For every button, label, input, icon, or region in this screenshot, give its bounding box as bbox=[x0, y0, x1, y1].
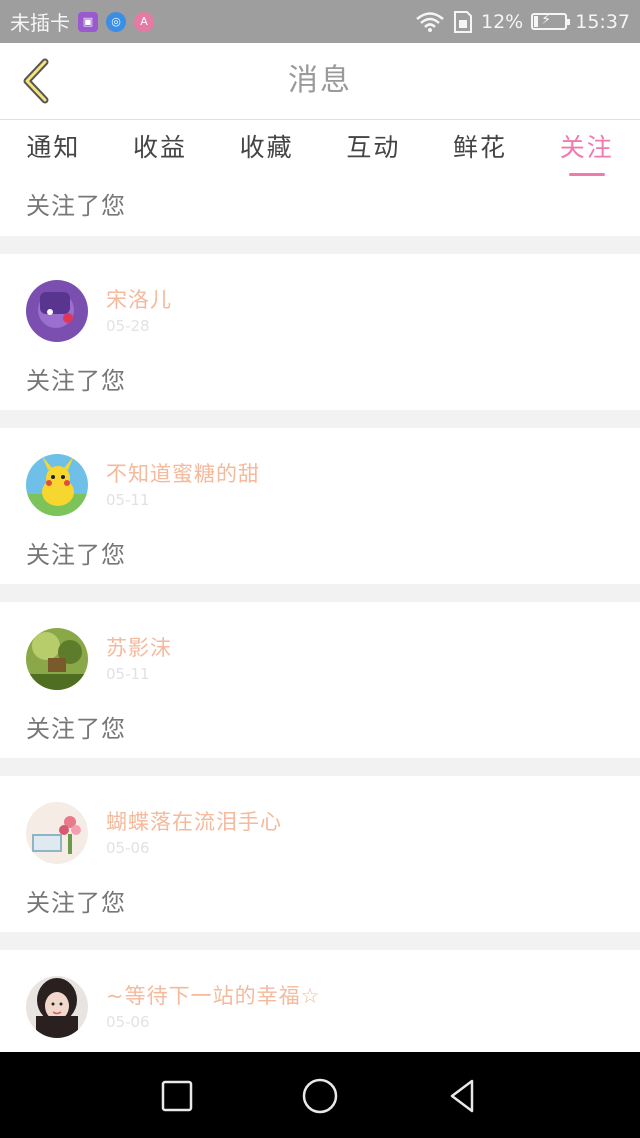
follow-date: 05-06 bbox=[106, 839, 150, 857]
nav-back-button[interactable] bbox=[440, 1074, 484, 1118]
tab-favorites[interactable]: 收藏 bbox=[213, 120, 320, 180]
battery-icon: ⚡ bbox=[531, 12, 571, 30]
clock: 15:37 bbox=[575, 10, 630, 33]
store-notification-icon: A bbox=[134, 11, 154, 32]
tab-interactions[interactable]: 互动 bbox=[320, 120, 427, 180]
avatar[interactable] bbox=[26, 280, 88, 342]
app-header: 消息 bbox=[0, 43, 640, 120]
list-item[interactable]: 关注了您 bbox=[0, 180, 640, 236]
follow-date: 05-28 bbox=[106, 317, 150, 335]
tab-notifications[interactable]: 通知 bbox=[0, 120, 107, 180]
tab-earnings[interactable]: 收益 bbox=[107, 120, 214, 180]
username[interactable]: 蝴蝶落在流泪手心 bbox=[106, 806, 282, 836]
tab-flowers[interactable]: 鲜花 bbox=[427, 120, 534, 180]
username[interactable]: 苏影沫 bbox=[106, 632, 172, 662]
avatar[interactable] bbox=[26, 976, 88, 1038]
list-item[interactable]: 宋洛儿 05-28 关注了您 bbox=[0, 254, 640, 410]
home-circle-icon bbox=[302, 1078, 338, 1114]
follow-action-text: 关注了您 bbox=[26, 192, 126, 220]
back-triangle-icon bbox=[450, 1079, 474, 1113]
follow-date: 05-11 bbox=[106, 665, 150, 683]
follow-list: 关注了您 宋洛儿 05-28 关注了您 不知道蜜糖的甜 05-11 关注了您 苏… bbox=[0, 180, 640, 1106]
battery-percent: 12% bbox=[481, 10, 524, 33]
list-item[interactable]: 苏影沫 05-11 关注了您 bbox=[0, 602, 640, 758]
recents-square-icon bbox=[161, 1080, 193, 1112]
system-nav-bar bbox=[0, 1052, 640, 1138]
avatar[interactable] bbox=[26, 454, 88, 516]
username[interactable]: 不知道蜜糖的甜 bbox=[106, 458, 260, 488]
tab-follows[interactable]: 关注 bbox=[533, 120, 640, 180]
recents-button[interactable] bbox=[155, 1074, 199, 1118]
follow-action-text: 关注了您 bbox=[26, 367, 126, 395]
home-button[interactable] bbox=[298, 1074, 342, 1118]
follow-date: 05-11 bbox=[106, 491, 150, 509]
follow-action-text: 关注了您 bbox=[26, 715, 126, 743]
list-item[interactable]: 蝴蝶落在流泪手心 05-06 关注了您 bbox=[0, 776, 640, 932]
username[interactable]: 宋洛儿 bbox=[106, 284, 172, 314]
avatar[interactable] bbox=[26, 628, 88, 690]
wifi-icon bbox=[416, 11, 444, 32]
app-notification-icon: ◎ bbox=[106, 11, 126, 32]
status-bar: 未插卡 ▣ ◎ A 12% ⚡ 15:37 bbox=[0, 0, 640, 43]
page-title: 消息 bbox=[288, 63, 352, 98]
avatar[interactable] bbox=[26, 802, 88, 864]
message-tabs: 通知 收益 收藏 互动 鲜花 关注 bbox=[0, 120, 640, 180]
carrier-label: 未插卡 bbox=[10, 11, 70, 35]
follow-date: 05-06 bbox=[106, 1013, 150, 1031]
gallery-notification-icon: ▣ bbox=[78, 11, 98, 32]
follow-action-text: 关注了您 bbox=[26, 889, 126, 917]
follow-action-text: 关注了您 bbox=[26, 541, 126, 569]
sim-card-icon bbox=[454, 10, 472, 33]
list-item[interactable]: 不知道蜜糖的甜 05-11 关注了您 bbox=[0, 428, 640, 584]
username[interactable]: ~等待下一站的幸福☆ bbox=[106, 980, 320, 1010]
